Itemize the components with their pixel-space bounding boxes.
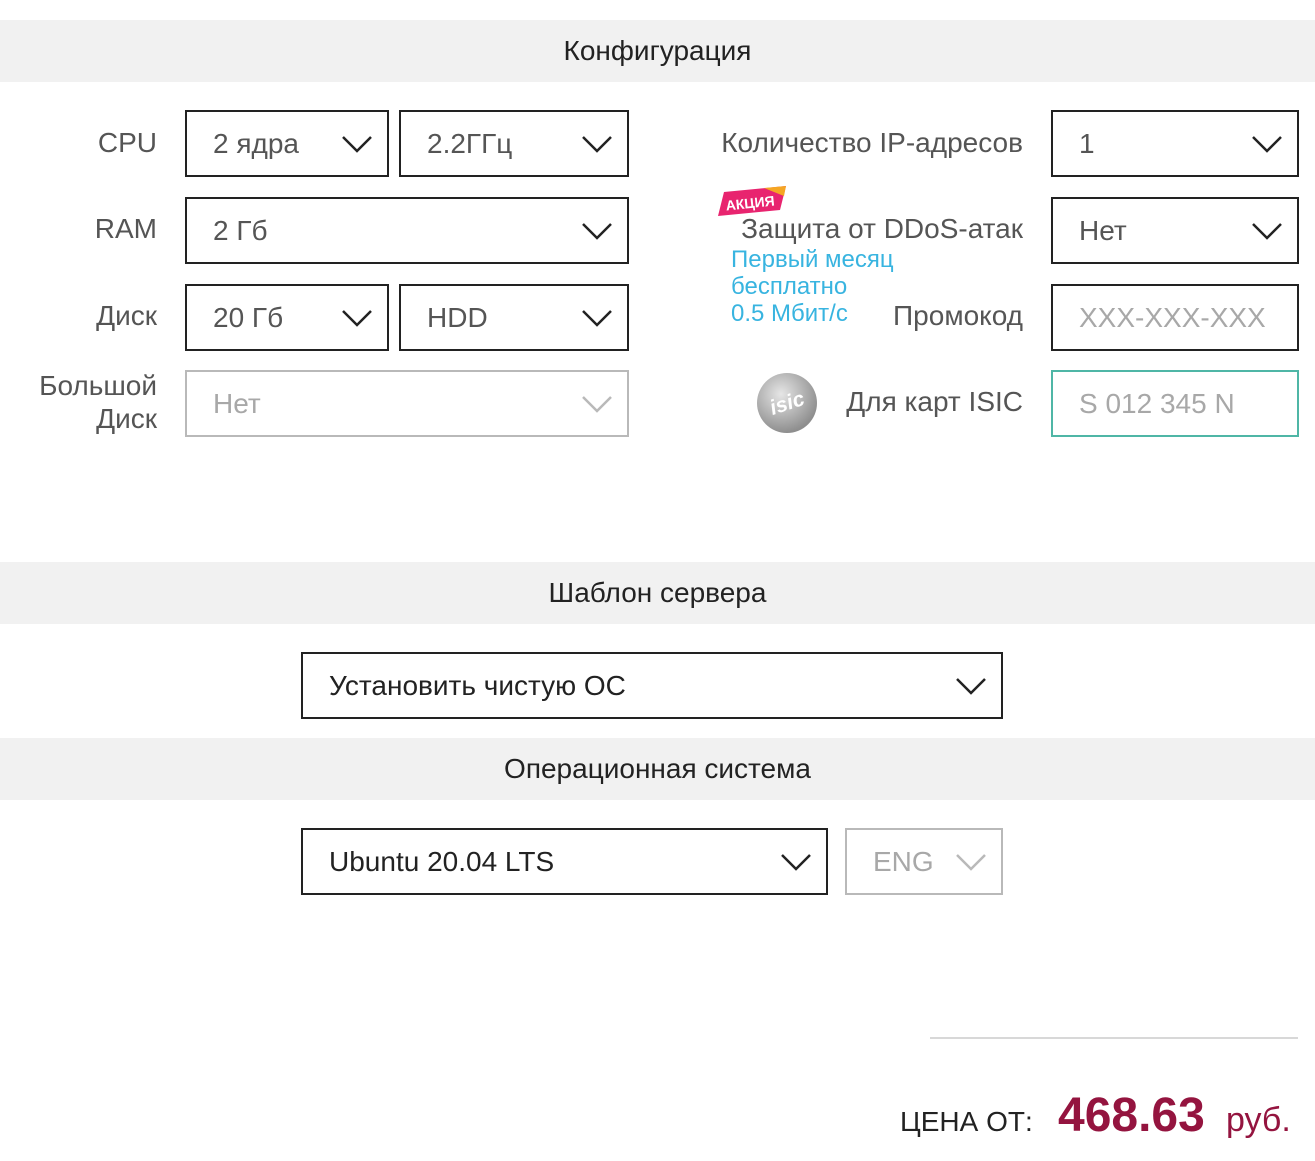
big-disk-label-line1: Большой: [39, 370, 157, 401]
section-header-configuration: Конфигурация: [0, 20, 1315, 82]
ddos-promo-line2: бесплатно: [731, 273, 848, 300]
price-label: ЦЕНА ОТ:: [900, 1106, 1033, 1137]
section-title-os: Операционная система: [504, 753, 811, 784]
os-language-select[interactable]: ENG: [845, 828, 1003, 895]
chevron-down-icon: [955, 676, 987, 696]
big-disk-select[interactable]: Нет: [185, 370, 629, 437]
chevron-down-icon: [341, 308, 373, 328]
isic-label: Для карт ISIC: [846, 386, 1023, 417]
price-value: 468.63: [1058, 1089, 1205, 1142]
big-disk-value: Нет: [213, 387, 261, 419]
chevron-down-icon: [780, 852, 812, 872]
ip-count-select[interactable]: 1: [1051, 110, 1299, 177]
ddos-promo-line1: Первый месяц: [731, 246, 894, 273]
chevron-down-icon: [581, 394, 613, 414]
big-disk-label: Большой Диск: [39, 369, 157, 435]
chevron-down-icon: [581, 134, 613, 154]
cpu-label: CPU: [97, 127, 157, 158]
cpu-frequency-value: 2.2ГГц: [427, 127, 513, 159]
disk-type-select[interactable]: HDD: [399, 284, 629, 351]
cpu-cores-select[interactable]: 2 ядра: [185, 110, 389, 177]
promo-code-label: Промокод: [893, 300, 1023, 331]
chevron-down-icon: [581, 308, 613, 328]
price-divider: [930, 1037, 1298, 1039]
ddos-promo-line3: 0.5 Мбит/с: [731, 300, 848, 327]
disk-label: Диск: [96, 300, 157, 331]
os-language-value: ENG: [873, 845, 934, 877]
os-value: Ubuntu 20.04 LTS: [329, 845, 555, 877]
ram-value: 2 Гб: [213, 214, 268, 246]
section-header-os: Операционная система: [0, 738, 1315, 800]
chevron-down-icon: [955, 852, 987, 872]
ddos-promo-note: Первый месяц бесплатно 0.5 Мбит/с: [731, 246, 894, 327]
disk-size-select[interactable]: 20 Гб: [185, 284, 389, 351]
big-disk-label-line2: Диск: [96, 403, 157, 434]
disk-type-value: HDD: [427, 301, 488, 333]
ram-select[interactable]: 2 Гб: [185, 197, 629, 264]
server-template-select[interactable]: Установить чистую ОС: [301, 652, 1003, 719]
promo-code-input[interactable]: [1051, 284, 1299, 351]
section-title-configuration: Конфигурация: [563, 35, 752, 66]
isic-card-input[interactable]: [1051, 370, 1299, 437]
isic-logo-icon: isic: [757, 373, 817, 433]
cpu-cores-value: 2 ядра: [213, 127, 299, 159]
ip-count-value: 1: [1079, 127, 1095, 159]
os-select[interactable]: Ubuntu 20.04 LTS: [301, 828, 828, 895]
chevron-down-icon: [341, 134, 373, 154]
ddos-value: Нет: [1079, 214, 1127, 246]
ip-count-label: Количество IP-адресов: [721, 127, 1023, 158]
chevron-down-icon: [581, 221, 613, 241]
cpu-frequency-select[interactable]: 2.2ГГц: [399, 110, 629, 177]
server-template-value: Установить чистую ОС: [329, 669, 626, 701]
section-header-server-template: Шаблон сервера: [0, 562, 1315, 624]
price-currency: руб.: [1226, 1101, 1291, 1139]
section-title-server-template: Шаблон сервера: [548, 577, 767, 608]
ddos-label: Защита от DDoS-атак: [741, 213, 1023, 244]
chevron-down-icon: [1251, 134, 1283, 154]
ram-label: RAM: [94, 213, 157, 244]
ddos-select[interactable]: Нет: [1051, 197, 1299, 264]
chevron-down-icon: [1251, 221, 1283, 241]
disk-size-value: 20 Гб: [213, 301, 284, 333]
